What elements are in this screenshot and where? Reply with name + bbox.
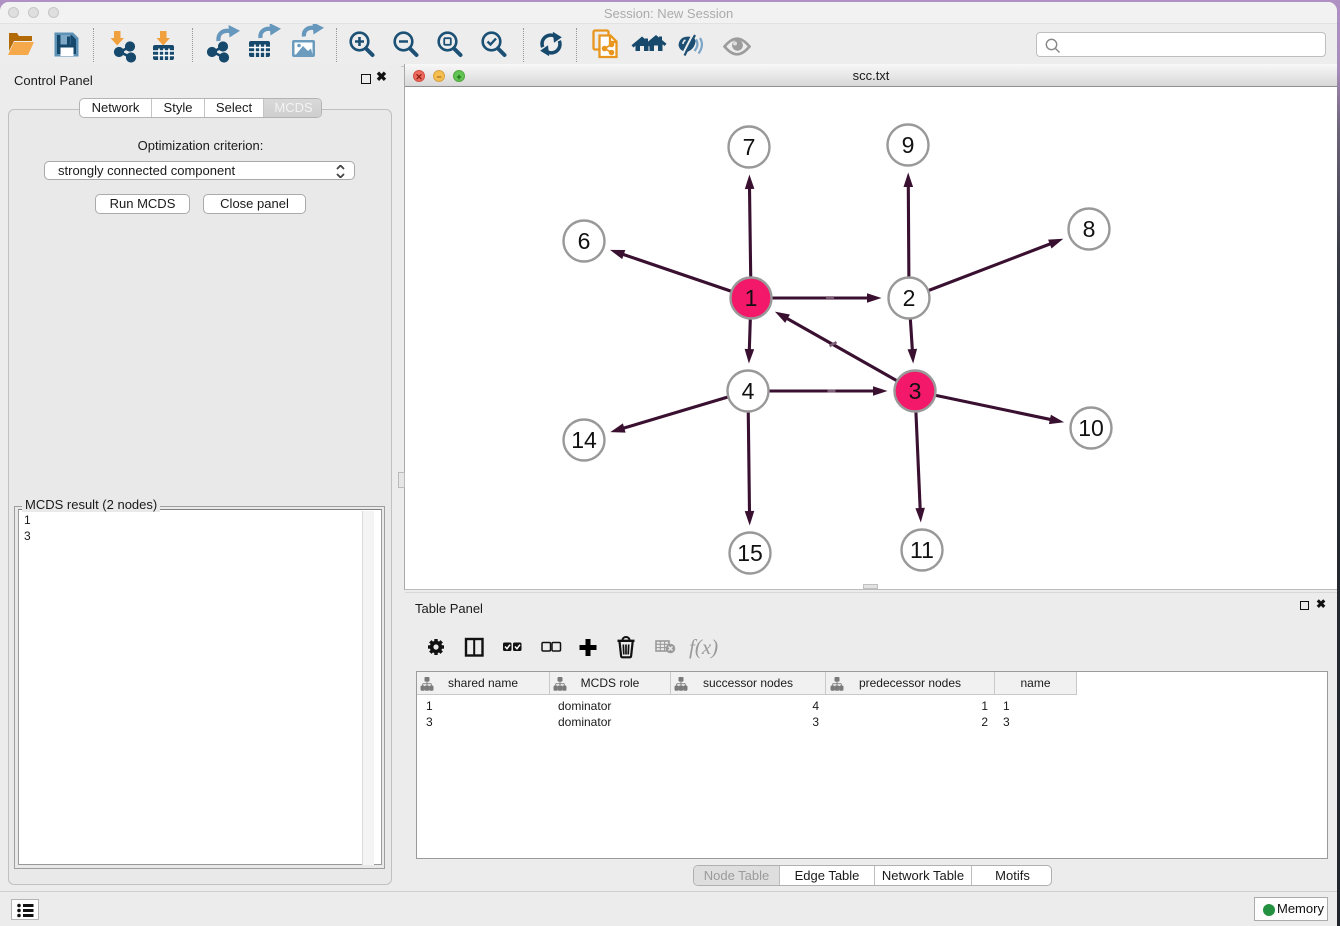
- svg-text:4: 4: [742, 378, 755, 404]
- svg-text:15: 15: [737, 540, 763, 566]
- svg-text:10: 10: [1078, 415, 1104, 441]
- svg-text:f(x): f(x): [689, 635, 718, 659]
- svg-text:6: 6: [578, 228, 591, 254]
- svg-text:11: 11: [910, 537, 934, 563]
- svg-text:2: 2: [903, 285, 916, 311]
- svg-text:9: 9: [902, 132, 915, 158]
- svg-text:8: 8: [1083, 216, 1096, 242]
- svg-text:1: 1: [745, 285, 758, 311]
- svg-text:7: 7: [743, 134, 756, 160]
- svg-text:3: 3: [909, 378, 922, 404]
- svg-text:14: 14: [571, 427, 597, 453]
